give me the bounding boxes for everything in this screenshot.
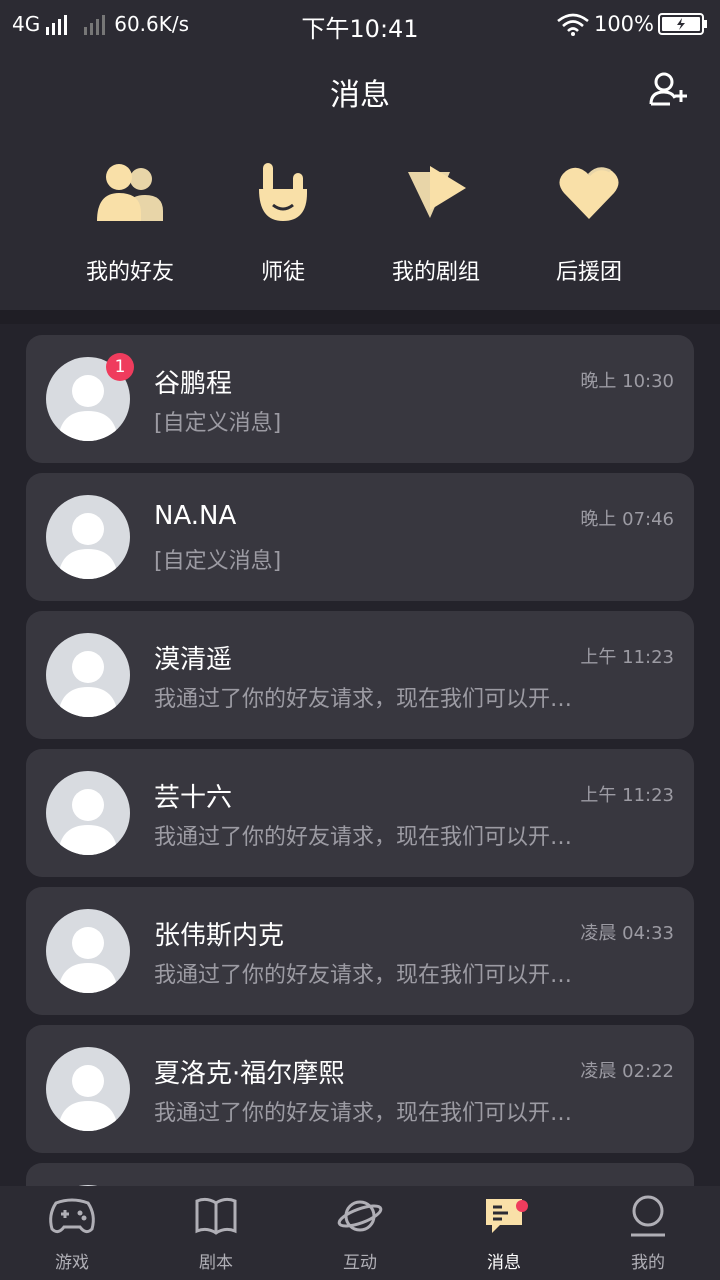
- unread-dot: [516, 1200, 528, 1212]
- conversation-list[interactable]: 1 谷鹏程 [自定义消息] 晚上 10:30 NA.NA [自定义消息] 晚上 …: [0, 324, 720, 1186]
- contact-name: 张伟斯内克: [154, 921, 285, 951]
- shortcut-crew[interactable]: 我的剧组: [361, 150, 511, 286]
- gamepad-icon: [44, 1192, 100, 1240]
- avatar: [46, 633, 130, 717]
- section-divider: [0, 310, 720, 324]
- status-bar: 4G 60.6K/s 下午10:41 100%: [0, 0, 720, 50]
- message-icon: [476, 1192, 532, 1240]
- message-preview: 我通过了你的好友请求，现在我们可以开…: [154, 687, 573, 712]
- bottom-tab-bar: 游戏 剧本 互动 消息 我的: [0, 1186, 720, 1280]
- shortcut-row: 我的好友 师徒 我的剧组 后援团: [0, 130, 720, 310]
- shortcut-fan-club[interactable]: 后援团: [514, 150, 664, 286]
- message-preview: 我通过了你的好友请求，现在我们可以开…: [154, 963, 573, 988]
- message-time: 上午 11:23: [580, 785, 674, 806]
- contact-name: 芸十六: [154, 783, 233, 813]
- tab-interact[interactable]: 互动: [288, 1186, 432, 1280]
- battery-icon: [658, 13, 707, 35]
- shortcut-label: 师徒: [260, 260, 305, 285]
- message-time: 晚上 07:46: [580, 509, 674, 530]
- conversation-item[interactable]: 张伟斯内克 我通过了你的好友请求，现在我们可以开… 凌晨 04:33: [26, 887, 694, 1015]
- page-title: 消息: [330, 78, 390, 113]
- contact-name: 谷鹏程: [154, 369, 233, 399]
- tab-label: 我的: [631, 1253, 665, 1273]
- battery-percent: 100%: [593, 12, 654, 36]
- tab-messages[interactable]: 消息: [432, 1186, 576, 1280]
- message-time: 上午 11:23: [580, 647, 674, 668]
- tab-games[interactable]: 游戏: [0, 1186, 144, 1280]
- conversation-item[interactable]: 夏洛克·福尔摩熙 我通过了你的好友请求，现在我们可以开… 凌晨 02:22: [26, 1025, 694, 1153]
- contact-name: 漠清遥: [154, 645, 233, 675]
- shortcut-friends[interactable]: 我的好友: [55, 150, 205, 286]
- conversation-item[interactable]: NA.NA [自定义消息] 晚上 07:46: [26, 473, 694, 601]
- unread-badge: 1: [106, 353, 134, 381]
- shortcut-label: 后援团: [555, 260, 622, 285]
- planet-icon: [332, 1192, 388, 1240]
- conversation-item[interactable]: 芸十六 我通过了你的好友请求，现在我们可以开… 上午 11:23: [26, 749, 694, 877]
- book-icon: [188, 1192, 244, 1240]
- message-preview: 我通过了你的好友请求，现在我们可以开…: [154, 1101, 573, 1126]
- profile-icon: [620, 1192, 676, 1240]
- wifi-icon: [557, 13, 589, 36]
- message-preview: 我通过了你的好友请求，现在我们可以开…: [154, 825, 573, 850]
- add-user-icon[interactable]: [648, 70, 690, 110]
- message-preview: [自定义消息]: [154, 549, 282, 574]
- contact-name: NA.NA: [154, 501, 237, 531]
- contact-name: 夏洛克·福尔摩熙: [154, 1059, 345, 1089]
- shortcut-mentorship[interactable]: 师徒: [208, 150, 358, 286]
- header: 消息: [0, 50, 720, 130]
- avatar: [46, 495, 130, 579]
- shortcut-label: 我的好友: [85, 260, 174, 285]
- conversation-item-partial[interactable]: [26, 1163, 694, 1186]
- message-time: 凌晨 02:22: [580, 1061, 674, 1082]
- tab-label: 剧本: [199, 1253, 233, 1273]
- tab-profile[interactable]: 我的: [576, 1186, 720, 1280]
- avatar: [46, 1047, 130, 1131]
- tab-label: 游戏: [55, 1253, 89, 1273]
- play-triangle-icon: [394, 150, 478, 234]
- shortcut-label: 我的剧组: [391, 260, 480, 285]
- tab-label: 互动: [343, 1253, 377, 1273]
- tab-scripts[interactable]: 剧本: [144, 1186, 288, 1280]
- hand-gesture-icon: [241, 150, 325, 234]
- conversation-item[interactable]: 1 谷鹏程 [自定义消息] 晚上 10:30: [26, 335, 694, 463]
- message-time: 晚上 10:30: [580, 371, 674, 392]
- message-preview: [自定义消息]: [154, 411, 282, 436]
- status-right: 100%: [556, 12, 708, 36]
- conversation-item[interactable]: 漠清遥 我通过了你的好友请求，现在我们可以开… 上午 11:23: [26, 611, 694, 739]
- avatar: [46, 771, 130, 855]
- tab-label: 消息: [487, 1253, 521, 1273]
- message-time: 凌晨 04:33: [580, 923, 674, 944]
- heart-icon: [547, 150, 631, 234]
- friends-icon: [88, 150, 172, 234]
- avatar: [46, 909, 130, 993]
